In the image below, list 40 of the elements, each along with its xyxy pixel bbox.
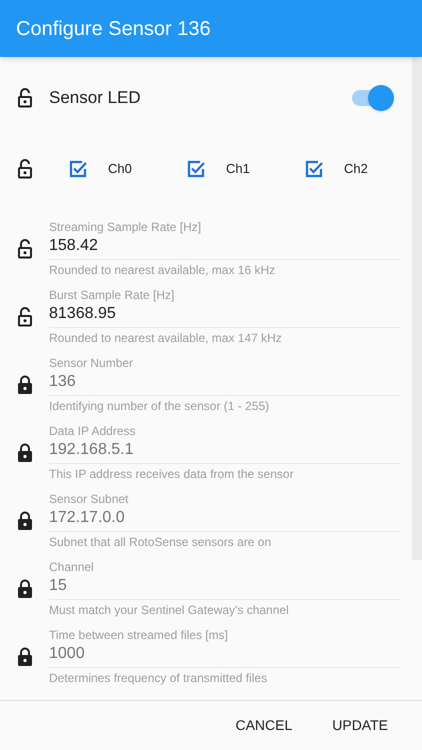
dialog-title: Configure Sensor 136 (16, 16, 211, 42)
field-label: Streaming Sample Rate [Hz] (49, 220, 202, 234)
locked-padlock-icon[interactable] (17, 511, 33, 531)
field-label: Sensor Number (49, 356, 134, 370)
input-field[interactable]: 81368.95 (49, 302, 400, 328)
unlocked-padlock-icon[interactable] (17, 239, 33, 259)
locked-padlock-icon[interactable] (17, 443, 33, 463)
unlocked-padlock-icon[interactable] (17, 88, 33, 108)
unlocked-padlock-icon[interactable] (17, 307, 33, 327)
input-field[interactable]: 15 (49, 574, 400, 600)
helper-text: Identifying number of the sensor (1 - 255) (49, 398, 270, 414)
helper-text: Subnet that all RotoSense sensors are on (49, 534, 272, 550)
checkbox[interactable] (304, 159, 324, 179)
locked-padlock-icon[interactable] (17, 647, 33, 667)
dialog-button[interactable]: CANCEL (227, 707, 300, 744)
checkbox[interactable] (68, 159, 88, 179)
unlocked-padlock-icon[interactable] (17, 159, 33, 179)
helper-text: Rounded to nearest available, max 16 kHz (49, 262, 276, 278)
checkbox-label: Ch1 (226, 160, 250, 178)
helper-text: This IP address receives data from the sensor (49, 466, 295, 482)
helper-text: Rounded to nearest available, max 147 kHz (49, 330, 283, 346)
field-label: Sensor Subnet (49, 492, 130, 506)
helper-text: Must match your Sentinel Gateway's channel (49, 602, 290, 618)
checkbox-label: Ch0 (108, 160, 132, 178)
field-label: Burst Sample Rate [Hz] (49, 288, 176, 302)
field-label: Data IP Address (49, 424, 136, 438)
input-field[interactable]: 158.42 (49, 234, 400, 260)
input-field[interactable]: 1000 (49, 642, 400, 668)
checkbox-label: Ch2 (344, 160, 368, 178)
locked-padlock-icon[interactable] (17, 579, 33, 599)
dialog-button[interactable]: UPDATE (324, 707, 396, 744)
field-label: Time between streamed files [ms] (49, 628, 229, 642)
input-field[interactable]: 136 (49, 370, 400, 396)
helper-text: Determines frequency of transmitted files (49, 670, 268, 686)
checkbox[interactable] (186, 159, 206, 179)
locked-padlock-icon[interactable] (17, 375, 33, 395)
setting-label: Sensor LED (49, 87, 142, 110)
field-label: Channel (49, 560, 95, 574)
input-field[interactable]: 192.168.5.1 (49, 438, 400, 464)
input-field[interactable]: 172.17.0.0 (49, 506, 400, 532)
